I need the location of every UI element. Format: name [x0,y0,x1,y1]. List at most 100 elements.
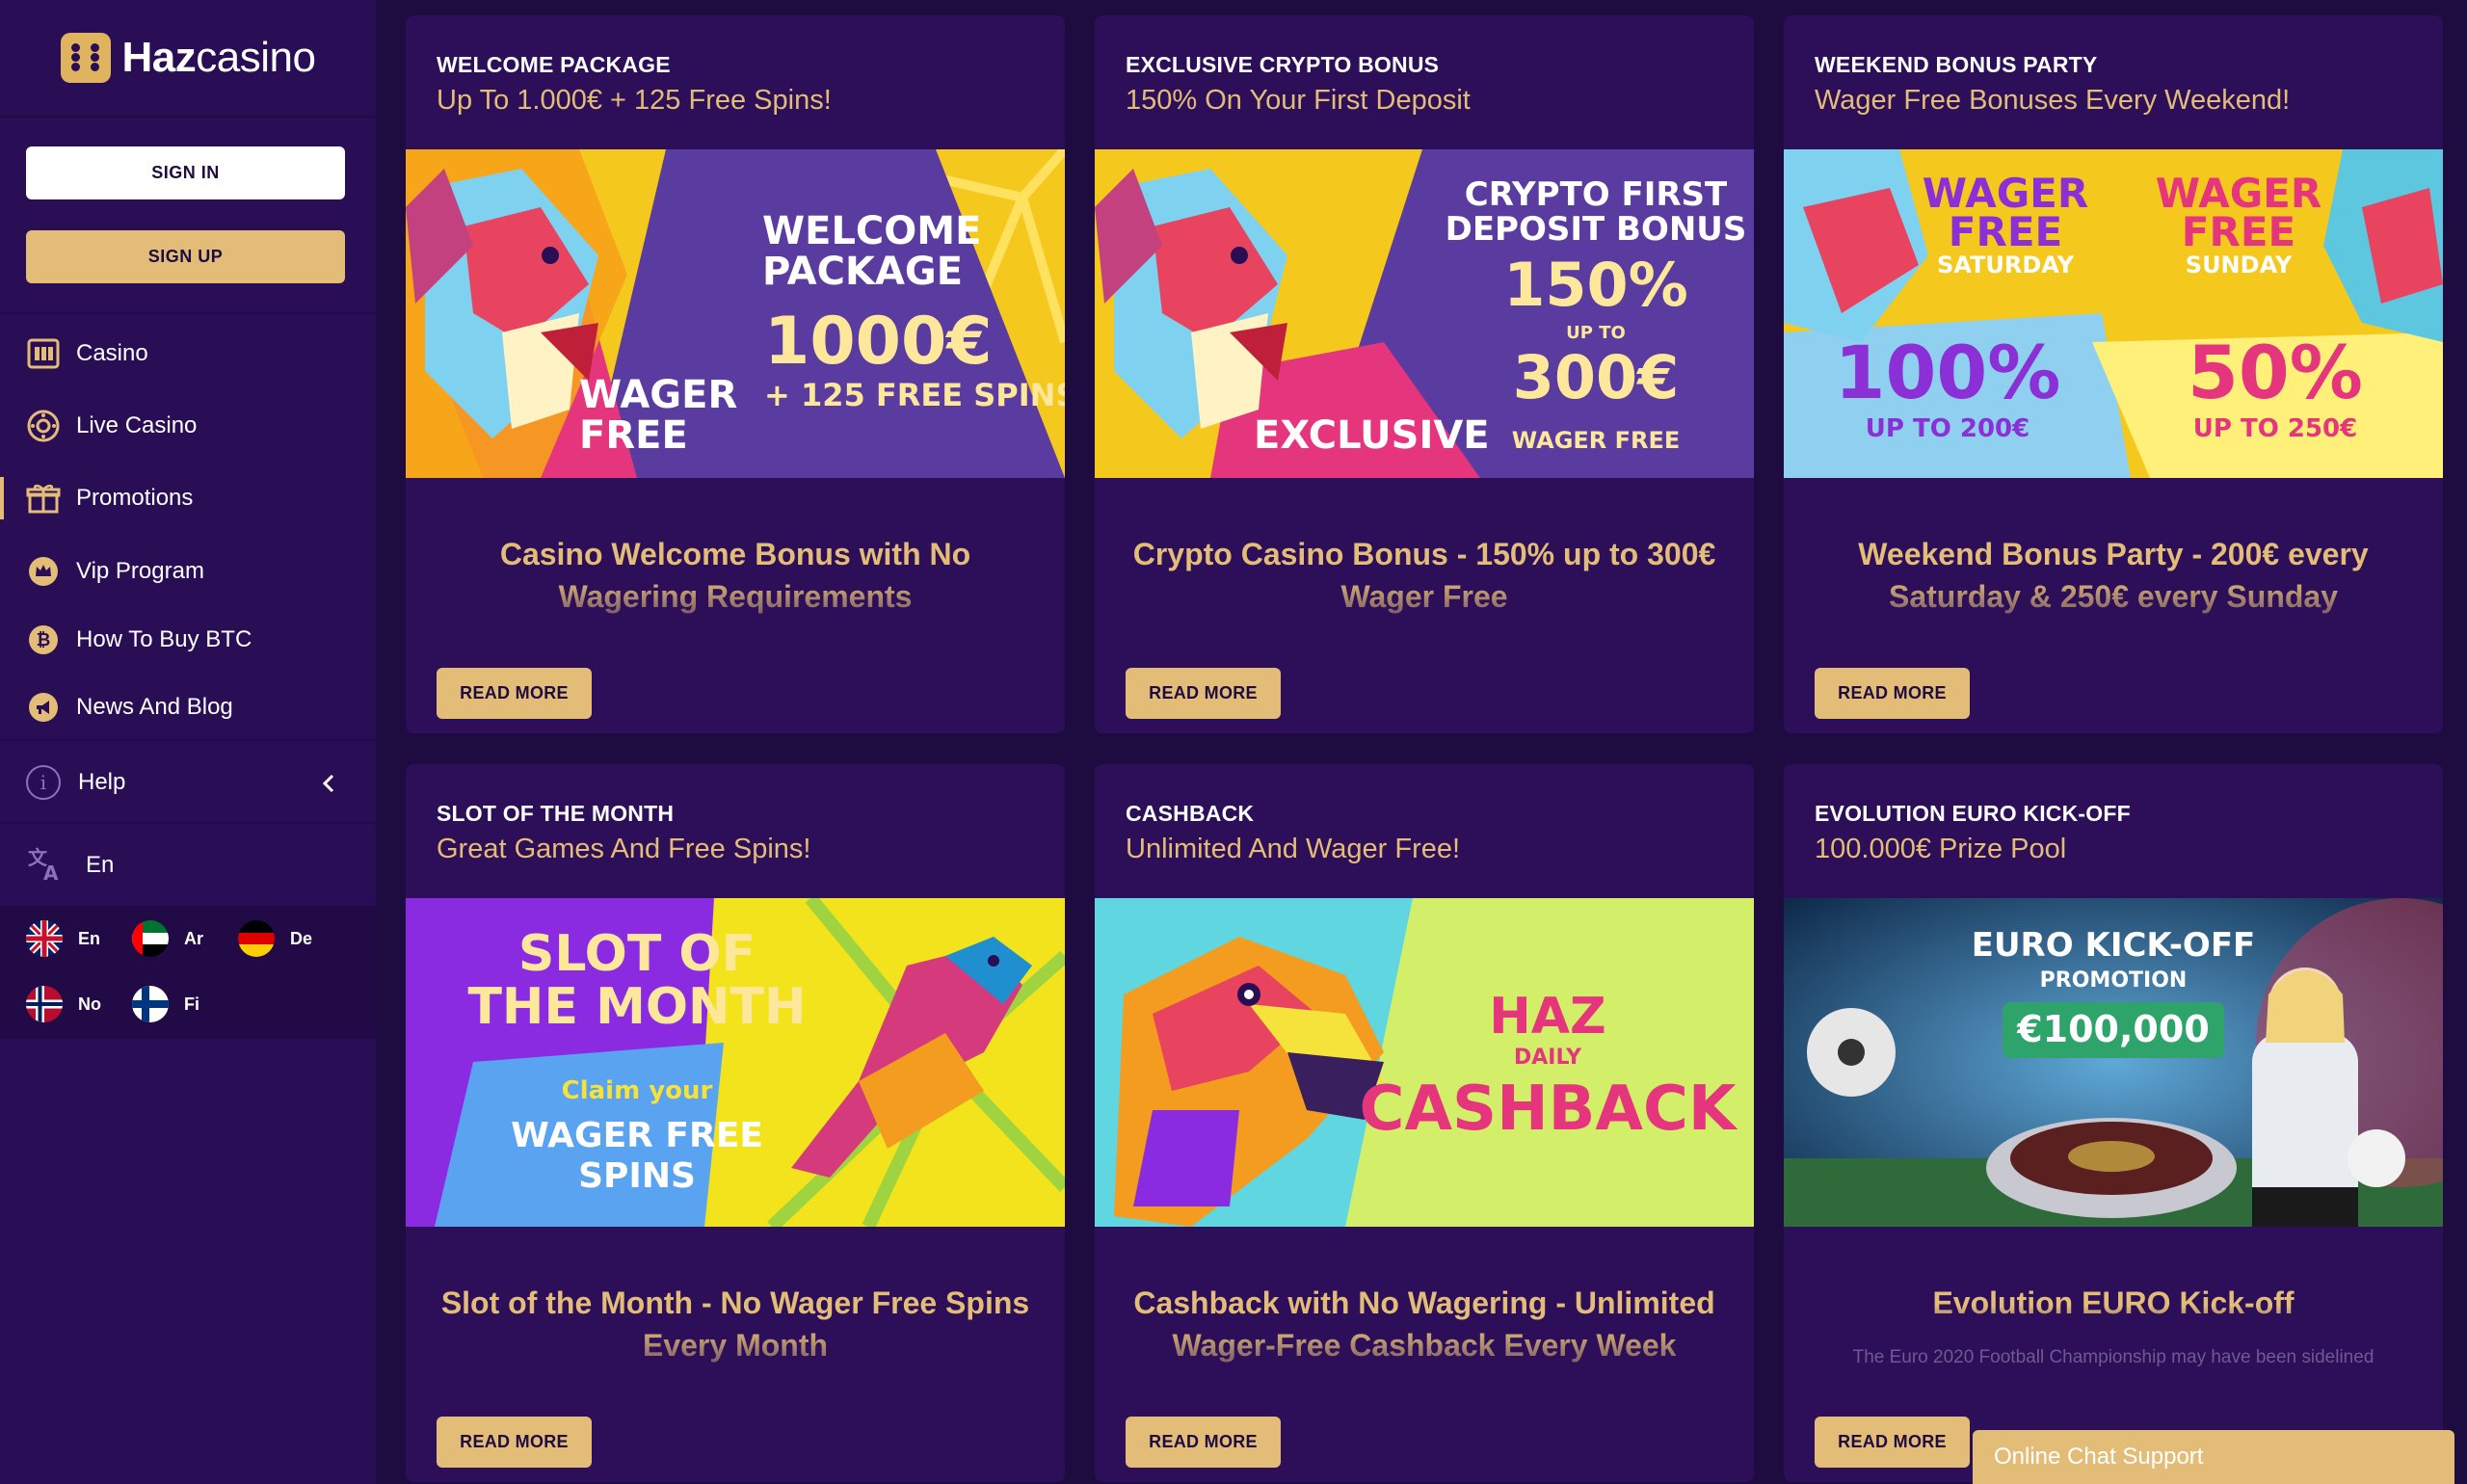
sidebar: Hazcasino SIGN IN SIGN UP Casino Live Ca… [0,0,376,1484]
promo-label: SLOT OF THE MONTH [437,801,675,826]
svg-text:UP TO: UP TO [1566,323,1626,343]
svg-text:UP TO 250€: UP TO 250€ [2193,414,2357,443]
megaphone-icon [26,690,61,725]
promo-label: CASHBACK [1126,801,1255,826]
nav-item-promotions[interactable]: Promotions [0,477,376,519]
logo[interactable]: Hazcasino [0,0,376,118]
nav-item-how-to-buy-btc[interactable]: ₿ How To Buy BTC [0,619,376,661]
svg-text:1000€: 1000€ [764,304,993,380]
germany-flag-icon [238,920,275,957]
language-option-de[interactable]: De [238,920,312,957]
help-menu-toggle[interactable]: i Help [0,742,376,823]
uk-flag-icon [26,920,63,957]
svg-text:DAILY: DAILY [1514,1046,1582,1070]
divider [0,822,376,824]
read-more-button[interactable]: READ MORE [1815,1417,1970,1468]
sign-in-button[interactable]: SIGN IN [26,146,345,199]
svg-text:WAGER: WAGER [579,373,737,417]
promo-description: The Euro 2020 Football Championship may … [1852,1347,2374,1367]
svg-text:HAZ: HAZ [1489,988,1605,1046]
sign-up-button[interactable]: SIGN UP [26,230,345,283]
svg-text:EXCLUSIVE: EXCLUSIVE [1254,413,1490,458]
norway-flag-icon [26,986,63,1022]
translate-icon: 文A [26,843,65,888]
svg-text:150%: 150% [1503,250,1688,320]
help-label: Help [78,769,126,795]
svg-text:DEPOSIT BONUS: DEPOSIT BONUS [1446,210,1747,249]
nav-label: News And Blog [76,694,233,720]
language-option-no[interactable]: No [26,986,101,1022]
read-more-button[interactable]: READ MORE [1126,668,1281,719]
nav-item-news-and-blog[interactable]: News And Blog [0,686,376,729]
read-more-button[interactable]: READ MORE [1815,668,1970,719]
promo-subtitle: 150% On Your First Deposit [1126,85,1471,116]
promo-banner-cashback[interactable]: HAZ DAILY CASHBACK [1095,898,1754,1227]
promo-label: WEEKEND BONUS PARTY [1815,52,2098,77]
promo-banner-euro[interactable]: EURO KICK-OFF PROMOTION €100,000 [1784,898,2443,1227]
promo-title: Evolution EURO Kick-off [1932,1285,2295,1320]
svg-text:PROMOTION: PROMOTION [2040,968,2188,993]
promo-title: Casino Welcome Bonus with No Wagering Re… [499,537,971,614]
language-option-fi[interactable]: Fi [132,986,199,1022]
online-chat-support-button[interactable]: Online Chat Support [1973,1430,2454,1484]
promo-label: EXCLUSIVE CRYPTO BONUS [1126,52,1440,77]
svg-text:A: A [43,861,59,882]
bitcoin-icon: ₿ [26,623,61,657]
svg-text:PACKAGE: PACKAGE [762,250,963,294]
svg-text:50%: 50% [2188,330,2363,415]
chevron-left-icon [320,771,337,801]
dice-logo-icon [60,33,111,83]
read-more-button[interactable]: READ MORE [1126,1417,1281,1468]
promo-card-euro-kick-off: EVOLUTION EURO KICK-OFF 100.000€ Prize P… [1784,764,2443,1482]
read-more-button[interactable]: READ MORE [437,668,592,719]
promo-subtitle: 100.000€ Prize Pool [1815,834,2067,864]
nav-item-vip-program[interactable]: Vip Program [0,550,376,593]
language-selector[interactable]: 文A En [0,825,376,906]
promo-subtitle: Up To 1.000€ + 125 Free Spins! [437,85,832,116]
promo-title: Cashback with No Wagering - Unlimited Wa… [1133,1285,1715,1363]
svg-text:CRYPTO FIRST: CRYPTO FIRST [1465,175,1728,214]
svg-text:SATURDAY: SATURDAY [1937,252,2075,278]
slot-machine-icon [26,336,61,371]
svg-text:WAGER FREE: WAGER FREE [1512,427,1681,454]
svg-text:100%: 100% [1835,330,2061,415]
auth-buttons: SIGN IN SIGN UP [0,118,376,314]
gift-icon [26,481,61,516]
nav-label: Promotions [76,485,194,511]
svg-text:SUNDAY: SUNDAY [2186,252,2293,278]
promo-banner-crypto[interactable]: CRYPTO FIRST DEPOSIT BONUS 150% UP TO 30… [1095,149,1754,478]
svg-text:CASHBACK: CASHBACK [1359,1073,1738,1145]
svg-text:EURO KICK-OFF: EURO KICK-OFF [1972,926,2256,965]
promo-title: Weekend Bonus Party - 200€ every Saturda… [1858,537,2369,614]
read-more-button[interactable]: READ MORE [437,1417,592,1468]
nav-label: Live Casino [76,412,198,438]
nav-item-casino[interactable]: Casino [0,332,376,375]
promo-title: Crypto Casino Bonus - 150% up to 300€ Wa… [1132,537,1716,614]
svg-text:SPINS: SPINS [578,1156,696,1196]
promo-subtitle: Wager Free Bonuses Every Weekend! [1815,85,2291,116]
svg-text:WAGER FREE: WAGER FREE [511,1116,763,1155]
svg-text:FREE: FREE [2182,208,2295,255]
promo-banner-welcome[interactable]: WELCOME PACKAGE 1000€ + 125 FREE SPINS W… [406,149,1065,478]
nav-item-live-casino[interactable]: Live Casino [0,405,376,447]
svg-text:SLOT OF: SLOT OF [518,925,756,983]
promo-subtitle: Unlimited And Wager Free! [1126,834,1461,864]
nav-label: Vip Program [76,558,204,584]
promo-label: EVOLUTION EURO KICK-OFF [1815,801,2131,826]
info-icon: i [26,765,61,800]
svg-text:€100,000: €100,000 [2016,1008,2210,1050]
promo-banner-slot[interactable]: SLOT OF THE MONTH Claim your WAGER FREE … [406,898,1065,1227]
svg-text:WELCOME: WELCOME [762,209,981,253]
promo-banner-weekend[interactable]: WAGER FREE SATURDAY WAGER FREE SUNDAY 10… [1784,149,2443,478]
promo-card-crypto: EXCLUSIVE CRYPTO BONUS 150% On Your Firs… [1095,15,1754,733]
promo-card-cashback: CASHBACK Unlimited And Wager Free! HAZ D… [1095,764,1754,1482]
promo-card-welcome: WELCOME PACKAGE Up To 1.000€ + 125 Free … [406,15,1065,733]
language-option-ar[interactable]: Ar [132,920,203,957]
promo-card-slot-of-the-month: SLOT OF THE MONTH Great Games And Free S… [406,764,1065,1482]
svg-text:THE MONTH: THE MONTH [467,978,806,1036]
svg-text:FREE: FREE [579,413,688,458]
language-option-en[interactable]: En [26,920,100,957]
crown-icon [26,554,61,589]
nav-label: How To Buy BTC [76,626,252,652]
nav-label: Casino [76,340,148,366]
